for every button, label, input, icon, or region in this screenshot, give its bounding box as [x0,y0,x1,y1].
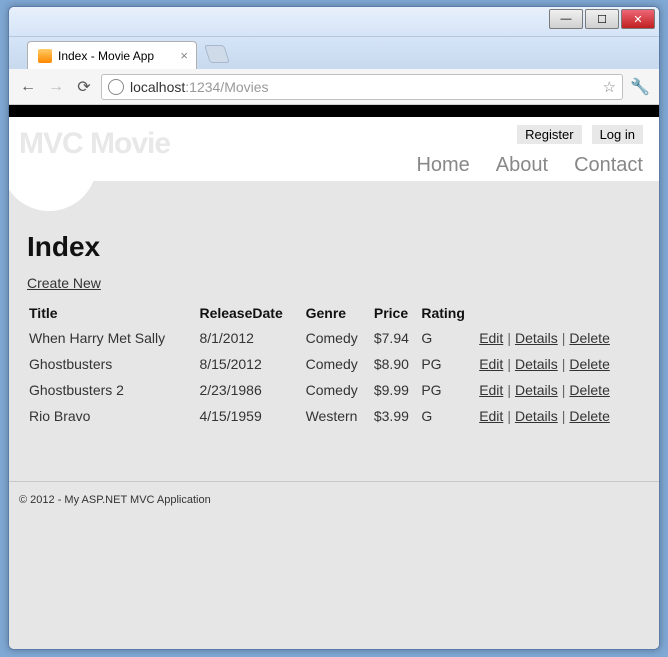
movies-table: Title ReleaseDate Genre Price Rating Whe… [27,301,641,429]
tab-strip: Index - Movie App × [9,37,659,69]
cell-rating: PG [419,351,477,377]
separator: | [562,408,566,424]
separator: | [507,382,511,398]
table-row: Rio Bravo4/15/1959Western$3.99GEdit|Deta… [27,403,641,429]
details-link[interactable]: Details [515,356,558,372]
nav-about[interactable]: About [496,154,548,177]
create-new-link[interactable]: Create New [27,275,101,291]
site-title: MVC Movie [19,127,170,161]
table-header-row: Title ReleaseDate Genre Price Rating [27,301,641,325]
meta-links: Register Log in [517,125,643,144]
table-row: Ghostbusters8/15/2012Comedy$8.90PGEdit|D… [27,351,641,377]
main-nav: Home About Contact [416,154,643,177]
browser-tab[interactable]: Index - Movie App × [27,41,197,69]
page-heading: Index [27,231,641,263]
page-viewport: MVC Movie Register Log in Home About Con… [9,105,659,649]
settings-wrench-icon[interactable]: 🔧 [629,76,651,98]
address-bar[interactable]: localhost:1234/Movies ☆ [101,74,623,100]
forward-button[interactable]: → [45,76,67,98]
separator: | [562,382,566,398]
url-host: localhost [130,79,185,95]
cell-title: Ghostbusters [27,351,197,377]
cell-title: Ghostbusters 2 [27,377,197,403]
col-genre: Genre [304,301,372,325]
col-price: Price [372,301,419,325]
window-buttons: — ☐ ✕ [547,9,655,29]
reload-button[interactable]: ⟳ [73,76,95,98]
tab-title: Index - Movie App [58,49,154,63]
tab-close-icon[interactable]: × [180,48,188,63]
delete-link[interactable]: Delete [569,330,609,346]
cell-releaseDate: 2/23/1986 [197,377,303,403]
site-footer: © 2012 - My ASP.NET MVC Application [9,481,659,518]
edit-link[interactable]: Edit [479,382,503,398]
cell-releaseDate: 4/15/1959 [197,403,303,429]
cell-price: $9.99 [372,377,419,403]
col-title: Title [27,301,197,325]
edit-link[interactable]: Edit [479,330,503,346]
cell-actions: Edit|Details|Delete [477,325,641,351]
edit-link[interactable]: Edit [479,408,503,424]
browser-toolbar: ← → ⟳ localhost:1234/Movies ☆ 🔧 [9,69,659,105]
cell-releaseDate: 8/15/2012 [197,351,303,377]
edit-link[interactable]: Edit [479,356,503,372]
top-black-bar [9,105,659,117]
delete-link[interactable]: Delete [569,356,609,372]
login-link[interactable]: Log in [592,125,643,144]
nav-home[interactable]: Home [416,154,469,177]
cell-genre: Comedy [304,325,372,351]
cell-price: $8.90 [372,351,419,377]
favicon-icon [38,49,52,63]
cell-actions: Edit|Details|Delete [477,351,641,377]
cell-actions: Edit|Details|Delete [477,403,641,429]
col-rating: Rating [419,301,477,325]
col-actions [477,301,641,325]
delete-link[interactable]: Delete [569,408,609,424]
cell-actions: Edit|Details|Delete [477,377,641,403]
col-releasedate: ReleaseDate [197,301,303,325]
cell-releaseDate: 8/1/2012 [197,325,303,351]
details-link[interactable]: Details [515,408,558,424]
site-header: MVC Movie Register Log in Home About Con… [9,117,659,181]
cell-rating: G [419,403,477,429]
content-area: Index Create New Title ReleaseDate Genre… [9,181,659,481]
delete-link[interactable]: Delete [569,382,609,398]
new-tab-button[interactable] [205,45,231,63]
bookmark-star-icon[interactable]: ☆ [603,78,616,96]
back-button[interactable]: ← [17,76,39,98]
cell-price: $7.94 [372,325,419,351]
minimize-button[interactable]: — [549,9,583,29]
details-link[interactable]: Details [515,330,558,346]
table-row: Ghostbusters 22/23/1986Comedy$9.99PGEdit… [27,377,641,403]
cell-title: Rio Bravo [27,403,197,429]
nav-contact[interactable]: Contact [574,154,643,177]
cell-title: When Harry Met Sally [27,325,197,351]
separator: | [507,356,511,372]
maximize-button[interactable]: ☐ [585,9,619,29]
close-button[interactable]: ✕ [621,9,655,29]
table-row: When Harry Met Sally8/1/2012Comedy$7.94G… [27,325,641,351]
cell-genre: Comedy [304,351,372,377]
globe-icon [108,79,124,95]
separator: | [562,330,566,346]
cell-genre: Comedy [304,377,372,403]
cell-price: $3.99 [372,403,419,429]
cell-genre: Western [304,403,372,429]
separator: | [507,330,511,346]
url-rest: :1234/Movies [185,79,268,95]
window-titlebar: — ☐ ✕ [9,7,659,37]
browser-window: — ☐ ✕ Index - Movie App × ← → ⟳ localhos… [8,6,660,650]
separator: | [562,356,566,372]
register-link[interactable]: Register [517,125,581,144]
cell-rating: PG [419,377,477,403]
details-link[interactable]: Details [515,382,558,398]
separator: | [507,408,511,424]
cell-rating: G [419,325,477,351]
